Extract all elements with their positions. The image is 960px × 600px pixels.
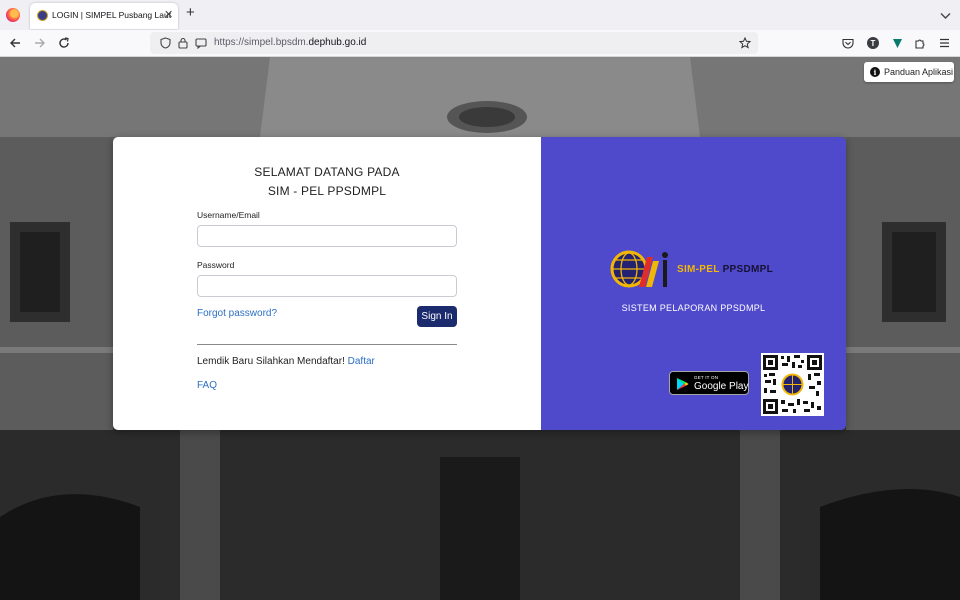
page-info-icon[interactable] bbox=[194, 36, 208, 50]
extensions-puzzle-icon[interactable] bbox=[912, 35, 928, 51]
tagline: SISTEM PELAPORAN PPSDMPL bbox=[621, 303, 766, 313]
username-label: Username/Email bbox=[197, 210, 260, 220]
qr-code bbox=[761, 353, 824, 416]
tab-login[interactable]: LOGIN | SIMPEL Pusbang Laut ✕ bbox=[30, 3, 178, 29]
url-domain: dephub.go.id bbox=[308, 37, 367, 48]
register-prompt: Lemdik Baru Silahkan Mendaftar! Daftar bbox=[197, 356, 375, 367]
address-bar[interactable]: https://simpel.bpsdm.dephub.go.id bbox=[150, 32, 758, 54]
url-text[interactable]: https://simpel.bpsdm.dephub.go.id bbox=[214, 37, 366, 48]
login-form-panel: SELAMAT DATANG PADA SIM - PEL PPSDMPL Us… bbox=[113, 137, 541, 430]
globe-emblem-icon bbox=[610, 250, 668, 288]
info-icon: i bbox=[870, 67, 880, 77]
logo-org-text: PPSDMPL bbox=[722, 264, 774, 275]
menu-hamburger-icon[interactable] bbox=[936, 35, 952, 51]
google-play-badge[interactable]: GET IT ON Google Play bbox=[669, 371, 749, 395]
reload-icon[interactable] bbox=[55, 34, 73, 52]
password-input[interactable] bbox=[197, 275, 457, 297]
account-avatar-icon[interactable]: T bbox=[865, 35, 881, 51]
guide-button[interactable]: i Panduan Aplikasi bbox=[864, 62, 954, 82]
tab-title: LOGIN | SIMPEL Pusbang Laut bbox=[52, 10, 172, 20]
sign-in-button[interactable]: Sign In bbox=[417, 306, 457, 327]
tab-list-chevron-icon[interactable] bbox=[940, 7, 951, 25]
forgot-password-link[interactable]: Forgot password? bbox=[197, 308, 277, 319]
guide-button-label: Panduan Aplikasi bbox=[884, 67, 954, 77]
welcome-heading-line1: SELAMAT DATANG PADA bbox=[254, 165, 400, 179]
register-link[interactable]: Daftar bbox=[348, 356, 375, 367]
back-arrow-icon[interactable] bbox=[6, 34, 24, 52]
account-avatar-letter: T bbox=[867, 37, 879, 49]
logo-wordmark: SIM-PEL PPSDMPL bbox=[677, 264, 773, 275]
new-tab-button[interactable]: + bbox=[186, 5, 195, 21]
tab-close-icon[interactable]: ✕ bbox=[164, 8, 173, 22]
firefox-icon[interactable] bbox=[6, 8, 20, 22]
site-favicon-icon bbox=[37, 10, 48, 21]
navigation-toolbar: https://simpel.bpsdm.dephub.go.id T bbox=[0, 30, 960, 57]
bookmark-star-icon[interactable] bbox=[738, 36, 752, 50]
logo-sim-text: SIM-PEL bbox=[677, 264, 720, 275]
welcome-heading-line2: SIM - PEL PPSDMPL bbox=[267, 184, 387, 198]
google-play-small-text: GET IT ON bbox=[694, 375, 719, 380]
form-divider bbox=[197, 344, 457, 345]
tracking-shield-icon[interactable] bbox=[158, 36, 172, 50]
forward-arrow-icon[interactable] bbox=[31, 34, 49, 52]
pocket-icon[interactable] bbox=[840, 35, 856, 51]
url-prefix: https://simpel.bpsdm. bbox=[214, 37, 309, 48]
google-play-big-text: Google Play bbox=[694, 381, 749, 392]
faq-link[interactable]: FAQ bbox=[197, 380, 217, 391]
tab-strip: LOGIN | SIMPEL Pusbang Laut ✕ + bbox=[0, 0, 960, 30]
lock-icon[interactable] bbox=[176, 36, 190, 50]
password-label: Password bbox=[197, 260, 235, 270]
page-background: i Panduan Aplikasi SELAMAT DATANG PADA S… bbox=[0, 57, 960, 600]
google-play-icon bbox=[677, 378, 689, 390]
login-card: SELAMAT DATANG PADA SIM - PEL PPSDMPL Us… bbox=[113, 137, 846, 430]
vpn-extension-icon[interactable] bbox=[889, 35, 905, 51]
register-prompt-text: Lemdik Baru Silahkan Mendaftar! bbox=[197, 356, 345, 367]
username-input[interactable] bbox=[197, 225, 457, 247]
simpel-logo: SIM-PEL PPSDMPL bbox=[609, 247, 789, 293]
brand-panel: SIM-PEL PPSDMPL SISTEM PELAPORAN PPSDMPL… bbox=[541, 137, 846, 430]
